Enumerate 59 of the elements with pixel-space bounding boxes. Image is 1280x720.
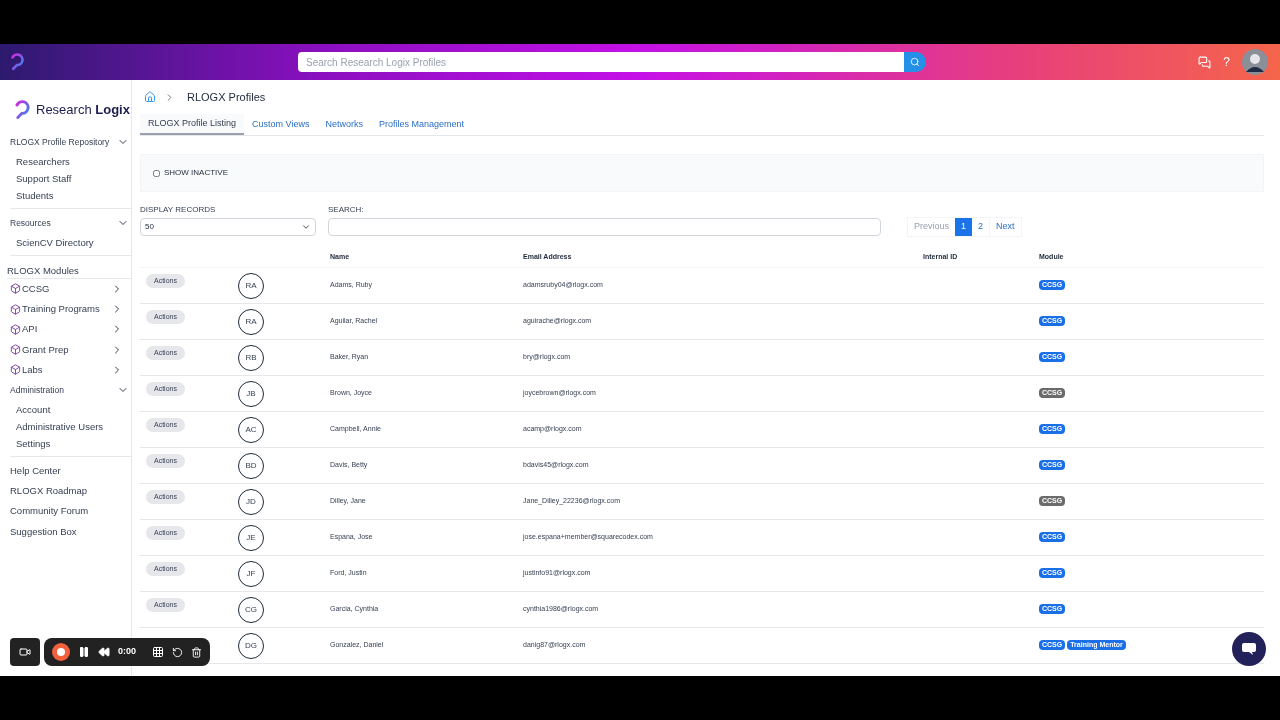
tab[interactable]: Custom Views <box>244 114 318 135</box>
cube-icon <box>10 303 21 315</box>
breadcrumb: RLOGX Profiles <box>187 89 266 105</box>
sidebar-heading: RLOGX Modules <box>7 259 131 279</box>
sidebar-item[interactable]: Account <box>10 400 131 418</box>
sidebar-item[interactable]: Administrative Users <box>10 417 131 435</box>
trash-icon[interactable] <box>191 646 202 658</box>
checkbox-label: SHOW INACTIVE <box>164 167 228 179</box>
sidebar-item[interactable]: ScienCV Directory <box>10 233 131 251</box>
sidebar-item[interactable]: Settings <box>10 434 131 452</box>
cube-icon <box>10 364 21 376</box>
sidebar-module[interactable]: Grant Prep <box>10 339 123 360</box>
tab[interactable]: Profiles Management <box>370 114 472 135</box>
search-button[interactable] <box>904 52 926 72</box>
sidebar-module[interactable]: CCSG <box>10 278 123 299</box>
sidebar-group[interactable]: Resources <box>10 212 129 234</box>
sidebar-item[interactable]: Support Staff <box>10 169 131 187</box>
sidebar-group[interactable]: Administration <box>10 380 129 401</box>
rewind-icon[interactable] <box>98 646 110 658</box>
chat-icon <box>1241 642 1257 656</box>
tab[interactable]: Networks <box>317 114 371 135</box>
search-field[interactable] <box>328 218 881 236</box>
grid-icon[interactable] <box>152 646 164 658</box>
home-icon[interactable] <box>144 91 156 103</box>
chat-icon[interactable] <box>1198 55 1212 69</box>
pause-icon[interactable] <box>78 646 90 658</box>
sidebar-module[interactable]: API <box>10 319 123 340</box>
sidebar-module[interactable]: Labs <box>10 359 123 380</box>
sidebar-link[interactable]: RLOGX Roadmap <box>10 481 131 502</box>
sidebar-group[interactable]: RLOGX Profile Repository <box>10 132 129 153</box>
sidebar-link[interactable]: Help Center <box>10 460 131 481</box>
cube-icon <box>10 344 21 356</box>
sidebar-link[interactable]: Community Forum <box>10 501 131 522</box>
camera-button[interactable] <box>10 638 40 666</box>
sidebar-link[interactable]: Suggestion Box <box>10 521 131 542</box>
chevron-down-icon <box>301 222 311 232</box>
chat-bubble-button[interactable] <box>1232 632 1266 666</box>
checkbox[interactable] <box>153 169 160 177</box>
stop-button[interactable] <box>52 643 70 661</box>
recording-time: 0:00 <box>118 645 136 659</box>
search-field[interactable]: Search Research Logix Profiles <box>298 52 904 72</box>
sidebar-item[interactable]: Researchers <box>10 152 131 170</box>
sidebar-item[interactable]: Students <box>10 186 131 204</box>
records-select[interactable]: 50 <box>140 218 316 236</box>
logo-icon <box>8 53 26 71</box>
search-icon <box>910 57 920 67</box>
cube-icon <box>10 323 21 335</box>
video-camera-icon <box>19 646 31 658</box>
sidebar-module[interactable]: Training Programs <box>10 299 123 320</box>
logo-text: Research Logix <box>36 101 130 120</box>
page-button[interactable]: 1 <box>955 218 973 236</box>
avatar[interactable] <box>1242 49 1268 75</box>
restart-icon[interactable] <box>172 646 183 658</box>
page-button[interactable]: 2 <box>972 218 991 236</box>
field-label: SEARCH: <box>328 204 365 216</box>
cube-icon <box>10 283 21 295</box>
field-label: DISPLAY RECORDS <box>140 204 217 216</box>
next-button[interactable]: Next <box>990 218 1021 236</box>
tab[interactable]: RLOGX Profile Listing <box>140 114 245 135</box>
